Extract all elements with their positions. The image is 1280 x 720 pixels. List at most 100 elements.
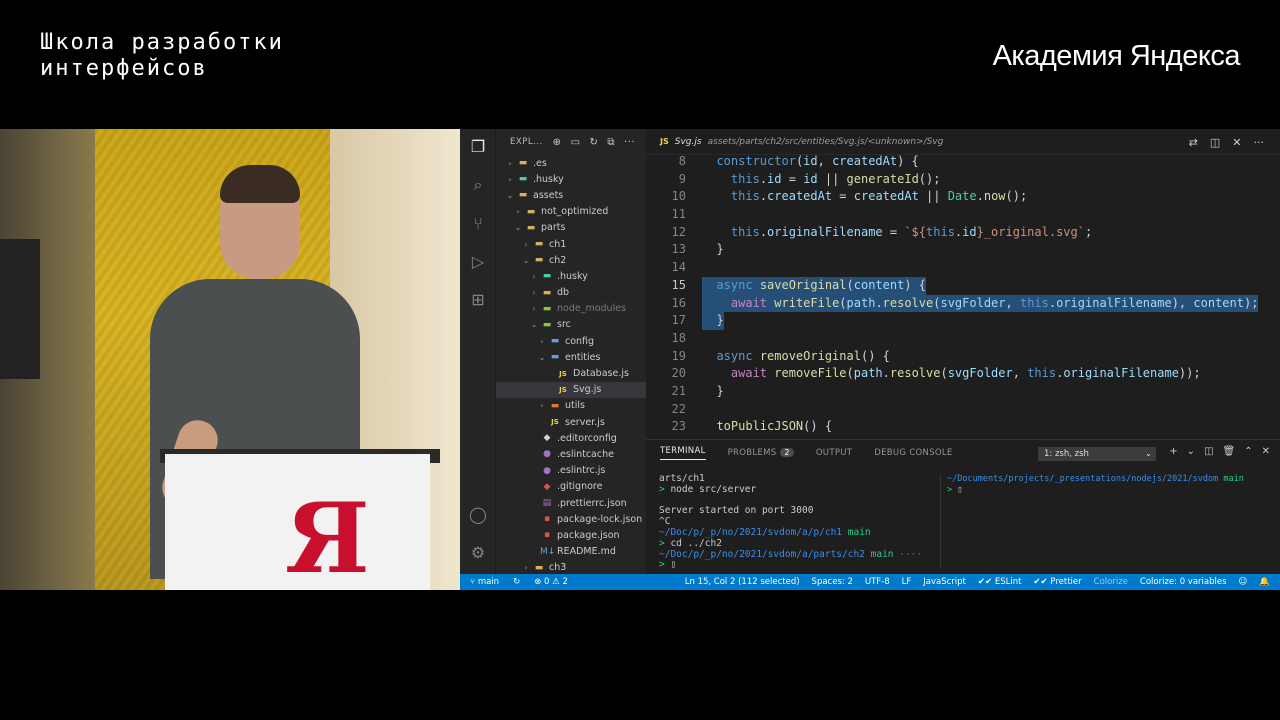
code-line[interactable]: 10 this.createdAt = createdAt || Date.no… xyxy=(646,188,1280,206)
account-icon[interactable]: ◯ xyxy=(467,504,489,526)
breadcrumb[interactable]: assets/parts/ch2/src/entities/Svg.js/<un… xyxy=(708,137,944,147)
code-line[interactable]: 13 } xyxy=(646,241,1280,259)
podium-logo: Я xyxy=(285,482,370,590)
tree-item[interactable]: › ▬ utils xyxy=(496,398,646,414)
tree-item[interactable]: › ▬ .husky xyxy=(496,268,646,284)
chevron-down-icon[interactable]: ⌄ xyxy=(1187,446,1195,457)
code-line[interactable]: 14 xyxy=(646,259,1280,277)
chevron-down-icon: ⌄ xyxy=(1144,449,1152,459)
code-line[interactable]: 11 xyxy=(646,206,1280,224)
more-actions-icon[interactable]: ··· xyxy=(1254,136,1265,149)
tree-item[interactable]: ⌄ ▬ entities xyxy=(496,349,646,365)
prettier-status[interactable]: ✔✔ Prettier xyxy=(1033,577,1081,587)
tree-item[interactable]: ▪ package.json xyxy=(496,527,646,543)
tree-item[interactable]: › ▬ ch3 xyxy=(496,560,646,574)
tree-item[interactable]: ◆ .editorconfig xyxy=(496,430,646,446)
npm-icon: ▪ xyxy=(543,514,551,525)
settings-gear-icon[interactable]: ⚙ xyxy=(467,542,489,564)
code-line[interactable]: 9 this.id = id || generateId(); xyxy=(646,171,1280,189)
trash-icon[interactable]: 🗑 xyxy=(1223,446,1236,457)
tree-item[interactable]: M↓ README.md xyxy=(496,544,646,560)
code-line[interactable]: 12 this.originalFilename = `${this.id}_o… xyxy=(646,224,1280,242)
code-line[interactable]: 21 } xyxy=(646,383,1280,401)
code-line[interactable]: 16 await writeFile(path.resolve(svgFolde… xyxy=(646,294,1280,313)
tree-item[interactable]: JS Database.js xyxy=(496,365,646,381)
close-panel-icon[interactable]: ✕ xyxy=(1262,446,1270,457)
git-icon: ◆ xyxy=(543,481,551,492)
new-terminal-icon[interactable]: + xyxy=(1169,446,1177,457)
feedback-icon[interactable]: ☺ xyxy=(1239,577,1248,587)
tree-item[interactable]: ● .eslintrc.js xyxy=(496,463,646,479)
maximize-panel-icon[interactable]: ⌃ xyxy=(1244,446,1252,457)
code-line[interactable]: 22 xyxy=(646,401,1280,419)
code-text: await writeFile(path.resolve(svgFolder, … xyxy=(702,294,1259,313)
tree-item-label: package-lock.json xyxy=(557,513,643,525)
terminal-output[interactable]: arts/ch1 > node src/server Server started… xyxy=(659,473,922,571)
branch-status[interactable]: ⑂ main xyxy=(470,577,499,587)
tree-item[interactable]: › ▬ ch1 xyxy=(496,236,646,252)
new-folder-icon[interactable]: ▭ xyxy=(571,137,581,148)
problems-status[interactable]: ⊗ 0 ⚠ 2 xyxy=(534,577,568,587)
end-of-line[interactable]: LF xyxy=(902,577,912,587)
eslint-status[interactable]: ✔✔ ESLint xyxy=(978,577,1022,587)
chevron-right-icon: › xyxy=(524,239,528,249)
editor-tab-svg-js[interactable]: Svg.js xyxy=(675,137,702,147)
code-line[interactable]: 23 toPublicJSON() { xyxy=(646,418,1280,436)
tree-item[interactable]: ⌄ ▬ src xyxy=(496,317,646,333)
cursor-position[interactable]: Ln 15, Col 2 (112 selected) xyxy=(685,577,800,587)
colorize-variables[interactable]: Colorize: 0 variables xyxy=(1140,577,1227,587)
notifications-icon[interactable]: 🔔 xyxy=(1259,577,1270,587)
search-icon[interactable]: ⌕ xyxy=(467,174,489,196)
collapse-all-icon[interactable]: ⧉ xyxy=(607,137,615,148)
code-line[interactable]: 19 async removeOriginal() { xyxy=(646,348,1280,366)
colorize-status[interactable]: Colorize xyxy=(1094,577,1128,587)
split-terminal-icon[interactable]: ◫ xyxy=(1204,446,1213,457)
tree-item[interactable]: ⌄ ▬ ch2 xyxy=(496,252,646,268)
more-actions-icon[interactable]: ··· xyxy=(624,137,635,148)
encoding[interactable]: UTF-8 xyxy=(865,577,890,587)
code-line[interactable]: 8 constructor(id, createdAt) { xyxy=(646,153,1280,171)
run-debug-icon[interactable]: ▷ xyxy=(467,251,489,273)
code-editor[interactable]: 8 constructor(id, createdAt) {9 this.id … xyxy=(646,153,1280,436)
language-mode[interactable]: JavaScript xyxy=(923,577,966,587)
terminal-select[interactable]: 1: zsh, zsh ⌄ xyxy=(1038,447,1156,461)
sync-icon[interactable]: ↻ xyxy=(513,577,520,587)
explorer-icon[interactable]: ❐ xyxy=(467,136,489,158)
tree-item[interactable]: ▪ package-lock.json xyxy=(496,511,646,527)
code-text: async removeOriginal() { xyxy=(716,348,890,363)
tree-item[interactable]: ▤ .prettierrc.json xyxy=(496,495,646,511)
tree-item[interactable]: › ▬ .es xyxy=(496,155,646,171)
code-line[interactable]: 17 } xyxy=(646,312,1280,330)
code-line[interactable]: 18 xyxy=(646,330,1280,348)
tree-item[interactable]: ◆ .gitignore xyxy=(496,479,646,495)
tab-debug-console[interactable]: DEBUG CONSOLE xyxy=(874,448,952,458)
tree-item[interactable]: ⌄ ▬ assets xyxy=(496,187,646,203)
tab-problems[interactable]: PROBLEMS 2 xyxy=(728,448,794,458)
tree-item[interactable]: › ▬ db xyxy=(496,285,646,301)
tree-item[interactable]: › ▬ .husky xyxy=(496,171,646,187)
refresh-icon[interactable]: ↻ xyxy=(590,137,599,148)
source-control-icon[interactable]: ⑂ xyxy=(467,213,489,235)
split-editor-icon[interactable]: ◫ xyxy=(1210,136,1220,149)
tab-terminal[interactable]: TERMINAL xyxy=(660,446,706,460)
tree-item[interactable]: ● .eslintcache xyxy=(496,446,646,462)
close-icon[interactable]: ✕ xyxy=(1232,136,1241,149)
markdown-icon: M↓ xyxy=(540,546,556,557)
tree-item-label: .eslintcache xyxy=(557,448,614,460)
indentation[interactable]: Spaces: 2 xyxy=(812,577,853,587)
tree-item[interactable]: JS server.js xyxy=(496,414,646,430)
tab-output[interactable]: OUTPUT xyxy=(816,448,852,458)
tree-item[interactable]: › ▬ config xyxy=(496,333,646,349)
open-changes-icon[interactable]: ⇄ xyxy=(1189,136,1198,149)
tree-item[interactable]: › ▬ node_modules xyxy=(496,301,646,317)
terminal-output-split[interactable]: ~/Documents/projects/_presentations/node… xyxy=(940,474,1244,569)
code-line[interactable]: 20 await removeFile(path.resolve(svgFold… xyxy=(646,365,1280,383)
tree-item[interactable]: JS Svg.js xyxy=(496,381,646,398)
extensions-icon[interactable]: ⊞ xyxy=(467,289,489,311)
new-file-icon[interactable]: ⊕ xyxy=(553,137,562,148)
tree-item[interactable]: ⌄ ▬ parts xyxy=(496,220,646,236)
tree-item[interactable]: › ▬ not_optimized xyxy=(496,204,646,220)
chevron-down-icon: ⌄ xyxy=(538,352,546,362)
editor-tab-bar: JS Svg.js assets/parts/ch2/src/entities/… xyxy=(646,129,1280,155)
code-line[interactable]: 15 async saveOriginal(content) { xyxy=(646,276,1280,295)
